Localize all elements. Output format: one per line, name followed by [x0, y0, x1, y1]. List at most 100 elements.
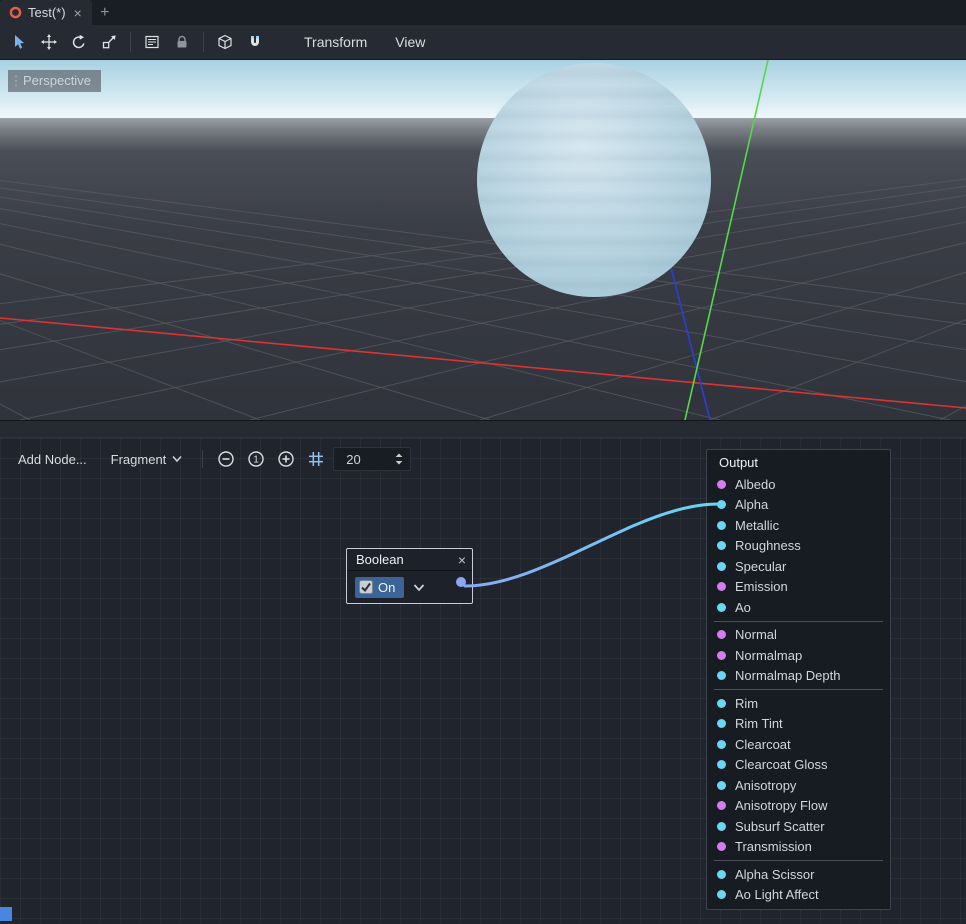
port-dot-albedo[interactable] — [717, 480, 726, 489]
port-dot-alpha[interactable] — [717, 500, 726, 509]
port-label: Specular — [735, 559, 786, 574]
port-label: Ao Light Affect — [735, 887, 819, 902]
port-dot-metallic[interactable] — [717, 521, 726, 530]
select-box-icon — [144, 34, 160, 50]
port-label: Alpha Scissor — [735, 867, 814, 882]
output-node-header[interactable]: Output — [707, 450, 890, 474]
scene-tab[interactable]: Test(*) × — [0, 0, 92, 25]
perspective-menu[interactable]: Perspective — [8, 70, 101, 92]
port-row: Emission — [707, 577, 890, 598]
port-row: Transmission — [707, 837, 890, 858]
select-tool-button[interactable] — [4, 28, 34, 56]
add-node-button[interactable]: Add Node... — [8, 447, 97, 472]
zoom-in-button[interactable] — [273, 446, 299, 472]
boolean-output-port[interactable] — [456, 577, 466, 587]
zoom-out-icon — [217, 450, 235, 468]
boolean-toggle[interactable]: On — [355, 577, 404, 598]
port-dot-normal[interactable] — [717, 630, 726, 639]
port-dot-rim[interactable] — [717, 699, 726, 708]
port-dot-specular[interactable] — [717, 562, 726, 571]
output-node[interactable]: Output Albedo Alpha Metallic Roughness S… — [706, 449, 891, 910]
port-row: Normal — [707, 625, 890, 646]
port-dot-rim-tint[interactable] — [717, 719, 726, 728]
port-row: Rim Tint — [707, 714, 890, 735]
port-row: Alpha Scissor — [707, 864, 890, 885]
mesh-button[interactable] — [210, 28, 240, 56]
tab-title: Test(*) — [28, 5, 66, 20]
toolbar-separator — [130, 32, 131, 52]
shader-graph-editor[interactable]: Add Node... Fragment 1 20 — [0, 437, 966, 923]
snap-distance-spinbox[interactable]: 20 — [333, 447, 411, 471]
lock-button[interactable] — [167, 28, 197, 56]
port-row: Specular — [707, 556, 890, 577]
close-icon[interactable]: × — [458, 553, 466, 567]
port-group-separator — [714, 860, 883, 861]
port-row: Anisotropy Flow — [707, 796, 890, 817]
svg-text:1: 1 — [254, 455, 260, 466]
port-dot-alpha-scissor[interactable] — [717, 870, 726, 879]
port-group-separator — [714, 689, 883, 690]
move-tool-button[interactable] — [34, 28, 64, 56]
port-label: Normalmap Depth — [735, 668, 841, 683]
stage-dropdown[interactable]: Fragment — [101, 447, 193, 472]
select-box-button[interactable] — [137, 28, 167, 56]
port-dot-clearcoat-gloss[interactable] — [717, 760, 726, 769]
port-dot-emission[interactable] — [717, 582, 726, 591]
dropdown-icon — [172, 455, 182, 463]
port-row: Rim — [707, 693, 890, 714]
port-row: Ao Light Affect — [707, 885, 890, 906]
spatial-toolbar: Transform View — [0, 25, 966, 60]
port-group-separator — [714, 621, 883, 622]
chevron-down-icon[interactable] — [413, 583, 425, 592]
graph-toolbar: Add Node... Fragment 1 20 — [8, 444, 411, 474]
snap-distance-value: 20 — [346, 452, 360, 467]
port-row: Ao — [707, 597, 890, 618]
rotate-tool-button[interactable] — [64, 28, 94, 56]
snap-button[interactable] — [240, 28, 270, 56]
port-dot-anisotropy-flow[interactable] — [717, 801, 726, 810]
port-dot-normalmap-depth[interactable] — [717, 671, 726, 680]
port-label: Subsurf Scatter — [735, 819, 825, 834]
boolean-value-label: On — [378, 580, 395, 595]
port-label: Ao — [735, 600, 751, 615]
new-tab-button[interactable]: + — [92, 0, 118, 25]
boolean-node-body: On — [347, 571, 472, 603]
wire-boolean-to-alpha[interactable] — [465, 504, 718, 586]
port-dot-ao[interactable] — [717, 603, 726, 612]
port-dot-anisotropy[interactable] — [717, 781, 726, 790]
graph-scrollbar-thumb[interactable] — [0, 907, 12, 921]
port-label: Metallic — [735, 518, 779, 533]
zoom-out-button[interactable] — [213, 446, 239, 472]
port-label: Transmission — [735, 839, 812, 854]
viewport-3d[interactable]: Perspective — [0, 60, 966, 420]
boolean-node-header[interactable]: Boolean × — [347, 549, 472, 571]
boolean-node[interactable]: Boolean × On — [346, 548, 473, 604]
scale-tool-button[interactable] — [94, 28, 124, 56]
toolbar-separator — [203, 32, 204, 52]
view-menu[interactable]: View — [381, 34, 439, 50]
port-dot-subsurf-scatter[interactable] — [717, 822, 726, 831]
port-label: Emission — [735, 579, 788, 594]
lock-icon — [174, 34, 190, 50]
transform-menu[interactable]: Transform — [290, 34, 381, 50]
grid-snap-toggle[interactable] — [303, 446, 329, 472]
port-dot-transmission[interactable] — [717, 842, 726, 851]
boolean-node-title: Boolean — [356, 552, 404, 567]
port-row: Clearcoat Gloss — [707, 755, 890, 776]
panel-splitter[interactable] — [0, 420, 966, 437]
checkbox-icon — [359, 580, 373, 594]
port-dot-ao-light-affect[interactable] — [717, 890, 726, 899]
zoom-reset-button[interactable]: 1 — [243, 446, 269, 472]
scale-tool-icon — [101, 34, 117, 50]
port-row: Anisotropy — [707, 775, 890, 796]
port-dot-normalmap[interactable] — [717, 651, 726, 660]
port-dot-roughness[interactable] — [717, 541, 726, 550]
scene-tab-bar: Test(*) × + — [0, 0, 966, 25]
port-row: Albedo — [707, 474, 890, 495]
port-row: Alpha — [707, 495, 890, 516]
spin-icon[interactable] — [394, 451, 404, 467]
port-label: Normalmap — [735, 648, 802, 663]
sphere-bands — [477, 63, 711, 297]
port-dot-clearcoat[interactable] — [717, 740, 726, 749]
tab-close-icon[interactable]: × — [72, 5, 84, 21]
